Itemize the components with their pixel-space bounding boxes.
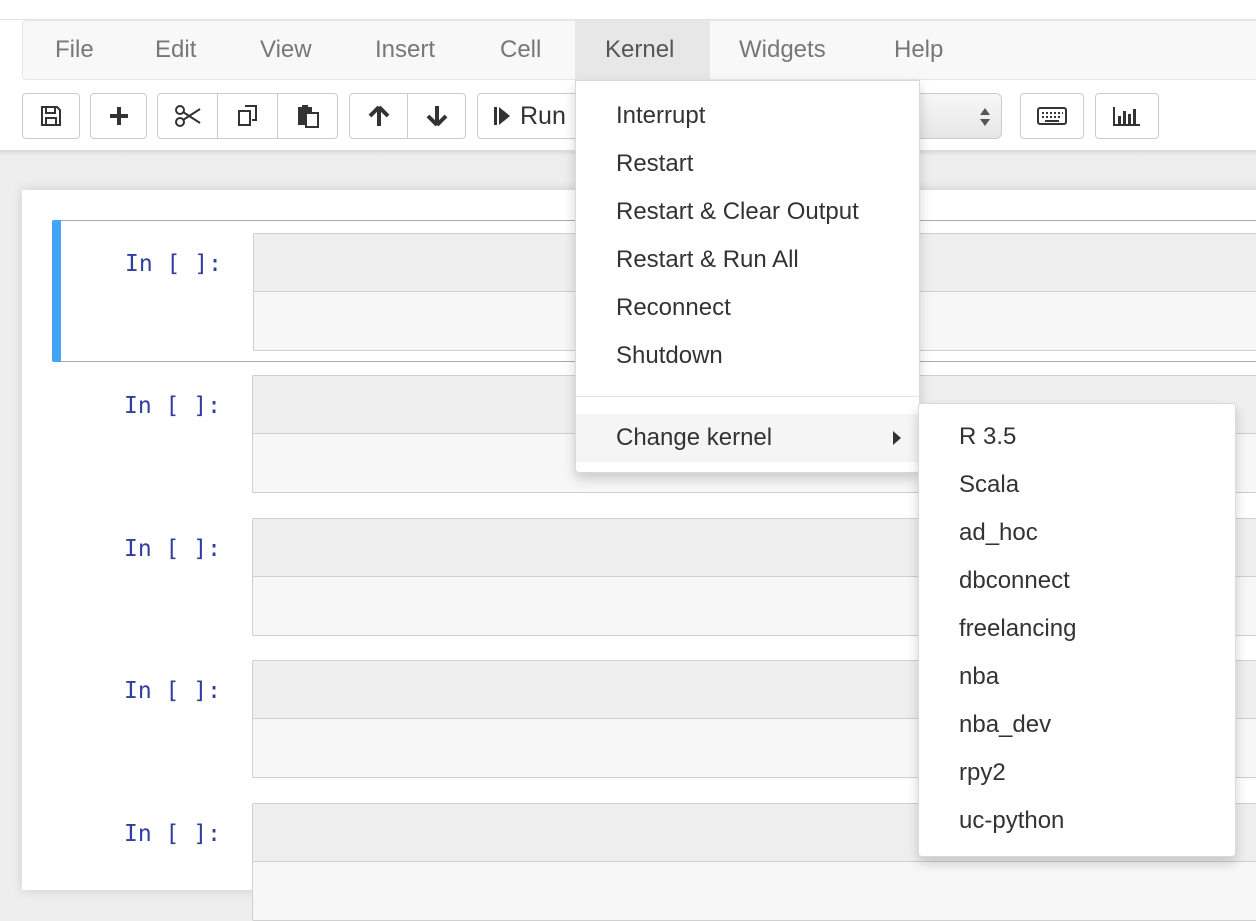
move-up-button[interactable] [350,94,408,138]
menubar: File Edit View Insert Cell Kernel Widget… [22,20,1256,81]
plus-icon [109,107,128,125]
cell-prompt: In [ ]: [124,821,221,847]
menu-edit[interactable]: Edit [125,21,226,81]
kernel-menu-restart-run-all[interactable]: Restart & Run All [576,236,919,284]
menu-divider [576,396,919,397]
step-forward-icon [494,107,510,125]
kernel-option[interactable]: dbconnect [919,557,1235,605]
copy-icon [237,105,257,126]
kernel-option[interactable]: nba_dev [919,701,1235,749]
command-palette-button[interactable] [1021,94,1083,138]
kernel-menu-reconnect[interactable]: Reconnect [576,284,919,332]
kernel-menu-restart[interactable]: Restart [576,140,919,188]
menu-cell[interactable]: Cell [470,21,571,81]
kernel-option[interactable]: Scala [919,461,1235,509]
arrow-up-icon [368,105,389,126]
run-group: Run [477,93,587,139]
menu-widgets[interactable]: Widgets [709,21,856,81]
kernel-menu-interrupt[interactable]: Interrupt [576,92,919,140]
arrow-down-icon [426,106,447,127]
move-down-button[interactable] [408,94,465,138]
menu-kernel[interactable]: Kernel [575,21,710,81]
keyboard-group [1020,93,1084,139]
save-button[interactable] [23,94,79,138]
bar-chart-icon [1113,107,1140,126]
kernel-option[interactable]: nba [919,653,1235,701]
caret-right-icon [893,431,901,445]
scissors-icon [174,105,201,127]
run-label: Run [520,101,566,130]
selected-cell-indicator [52,220,61,362]
kernel-option[interactable]: ad_hoc [919,509,1235,557]
cell-prompt: In [ ]: [124,678,221,704]
kernel-option[interactable]: freelancing [919,605,1235,653]
cell-prompt: In [ ]: [124,536,221,562]
insert-group [90,93,147,139]
cell-prompt: In [ ]: [125,251,222,277]
copy-button[interactable] [218,94,278,138]
change-kernel-label: Change kernel [616,424,773,451]
kernel-menu-restart-clear-output[interactable]: Restart & Clear Output [576,188,919,236]
run-button[interactable]: Run [478,94,587,138]
top-strip [0,0,1256,20]
keyboard-icon [1037,107,1067,125]
menu-insert[interactable]: Insert [345,21,465,81]
kernel-menu: Interrupt Restart Restart & Clear Output… [575,80,920,473]
chart-button[interactable] [1096,94,1158,138]
insert-cell-button[interactable] [91,94,146,138]
menu-view[interactable]: View [230,21,342,81]
kernel-option[interactable]: uc-python [919,797,1235,845]
paste-icon [297,105,319,128]
chart-group [1095,93,1159,139]
kernel-menu-shutdown[interactable]: Shutdown [576,332,919,380]
cut-button[interactable] [158,94,218,138]
kernel-option[interactable]: R 3.5 [919,413,1235,461]
cell-prompt: In [ ]: [124,393,221,419]
kernel-option[interactable]: rpy2 [919,749,1235,797]
move-group [349,93,466,139]
kernel-menu-change-kernel[interactable]: Change kernel [576,414,919,462]
select-arrows-icon [980,108,990,126]
menu-file[interactable]: File [25,21,124,81]
save-group [22,93,80,139]
paste-button[interactable] [278,94,337,138]
change-kernel-submenu: R 3.5 Scala ad_hoc dbconnect freelancing… [918,403,1236,857]
save-icon [41,106,61,126]
menu-help[interactable]: Help [864,21,973,81]
edit-group [157,93,338,139]
